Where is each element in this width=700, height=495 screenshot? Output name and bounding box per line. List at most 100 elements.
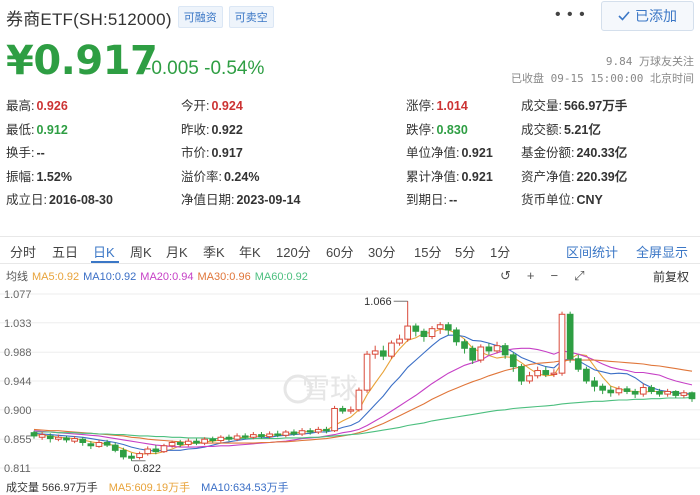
candle-body — [550, 372, 558, 375]
candle-body — [103, 441, 111, 446]
price-change: -0.005 -0.54% — [145, 58, 265, 79]
stat-label: 单位净值: — [406, 146, 460, 160]
y-tick-label: 0.900 — [4, 405, 32, 417]
candle-body — [566, 313, 574, 360]
candle-body — [282, 431, 290, 436]
added-button[interactable]: 已添加 — [601, 1, 694, 31]
reset-icon[interactable]: ↺ — [500, 268, 511, 284]
candle-body — [688, 392, 696, 400]
candle-body — [396, 338, 403, 344]
candle-body — [152, 448, 160, 453]
candle-body — [664, 390, 671, 395]
tab-12[interactable]: 1分 — [490, 242, 510, 261]
ma-legend-item: MA5:0.92 — [32, 271, 80, 283]
candle-body — [574, 358, 582, 370]
period-tabs: 分时 五日 日K 周K 月K 季K 年K 120分 60分 30分 15分 5分 1分 区间统计 全屏显示 — [0, 236, 700, 264]
candle-body — [615, 388, 623, 394]
candle-body — [331, 407, 338, 432]
stat-value: CNY — [576, 193, 603, 207]
stat-label: 溢价率: — [181, 169, 222, 184]
candle-body — [87, 443, 95, 447]
fuquan-select[interactable]: 前复权 — [653, 268, 689, 285]
candle-body — [144, 448, 152, 455]
candle-body — [509, 354, 517, 368]
stat-label: 跌停: — [406, 122, 435, 137]
stat-label: 换手: — [6, 146, 35, 160]
tab-2[interactable]: 日K — [93, 242, 115, 261]
candle-body — [120, 449, 127, 458]
candle-body — [436, 324, 444, 330]
candle-body — [379, 350, 387, 357]
stat-label: 到期日: — [406, 193, 447, 207]
candle-body — [420, 330, 428, 338]
tab-9[interactable]: 30分 — [368, 242, 395, 261]
stat-label: 净值日期: — [181, 193, 235, 207]
stat-item: 单位净值: 0.921 — [406, 142, 493, 161]
stat-value: 1.014 — [436, 99, 468, 113]
volume-ma5: MA5:609.19万手 — [108, 482, 191, 494]
tab-5[interactable]: 季K — [203, 242, 225, 261]
stat-item: 成立日: 2016-08-30 — [6, 189, 113, 208]
range-stats-button[interactable]: 区间统计 — [566, 242, 618, 261]
tab-10[interactable]: 15分 — [414, 242, 441, 261]
candle-body — [46, 435, 54, 440]
y-tick-label: 1.077 — [4, 289, 32, 301]
tab-0[interactable]: 分时 — [10, 242, 36, 261]
y-tick-label: 0.988 — [4, 347, 32, 359]
tab-3[interactable]: 周K — [130, 242, 152, 261]
tab-1[interactable]: 五日 — [52, 242, 78, 261]
tag-short[interactable]: 可卖空 — [228, 6, 274, 28]
candle-body — [193, 440, 200, 444]
stat-label: 市价: — [181, 146, 210, 160]
fullscreen-button[interactable]: 全屏显示 — [636, 242, 688, 261]
candle-body — [639, 387, 647, 395]
candle-body — [266, 433, 273, 438]
stat-value: -- — [36, 146, 45, 160]
candle-body — [680, 392, 688, 396]
candle-body — [371, 350, 379, 355]
candle-body — [534, 370, 541, 377]
stat-item: 昨收: 0.922 — [181, 119, 243, 138]
y-tick-label: 0.811 — [4, 463, 31, 475]
candle-body — [493, 345, 501, 352]
tab-4[interactable]: 月K — [166, 242, 188, 261]
candle-body — [201, 438, 208, 444]
more-button[interactable]: • • • — [555, 6, 586, 24]
stat-value: 240.33亿 — [576, 146, 628, 160]
candle-body — [306, 430, 314, 433]
stat-item: 振幅: 1.52% — [6, 166, 72, 185]
stat-value: -- — [448, 193, 458, 207]
stat-label: 涨停: — [406, 99, 435, 113]
candle-body — [453, 329, 460, 343]
stat-label: 振幅: — [6, 169, 35, 184]
kline-chart[interactable]: 1.0771.0330.9880.9440.9000.8550.811雪球1.0… — [0, 286, 700, 476]
low-label: 0.822 — [133, 463, 161, 475]
tab-7[interactable]: 120分 — [276, 242, 311, 261]
stat-item: 成交量: 566.97万手 — [521, 95, 627, 114]
ma-legend-item: 均线 — [6, 271, 28, 283]
stat-item: 溢价率: 0.24% — [181, 166, 259, 185]
stat-label: 基金份额: — [521, 146, 575, 160]
zoom-out-icon[interactable]: − — [551, 268, 559, 284]
tag-margin[interactable]: 可融资 — [177, 6, 223, 28]
expand-icon[interactable]: ⤢ — [574, 268, 584, 284]
candle-body — [558, 313, 566, 374]
candle-body — [298, 430, 306, 435]
candle-body — [388, 342, 395, 357]
stat-label: 成交量: — [521, 99, 562, 113]
stat-value: 2016-08-30 — [48, 193, 113, 207]
stat-value: 5.21亿 — [563, 122, 601, 137]
candle-body — [607, 389, 615, 394]
candle-body — [363, 353, 371, 391]
y-tick-label: 0.944 — [4, 376, 32, 388]
stat-label: 累计净值: — [406, 169, 460, 184]
ma-legend: 均线 MA5:0.92 MA10:0.92 MA20:0.94 MA30:0.96 MA6… — [6, 268, 312, 284]
tab-11[interactable]: 5分 — [455, 242, 475, 261]
candle-body — [477, 346, 485, 361]
tab-8[interactable]: 60分 — [326, 242, 353, 261]
zoom-in-icon[interactable]: + — [527, 268, 535, 284]
tab-6[interactable]: 年K — [239, 242, 261, 261]
candle-body — [444, 324, 452, 331]
stat-value: 566.97万手 — [563, 99, 628, 113]
candle-body — [542, 370, 550, 375]
